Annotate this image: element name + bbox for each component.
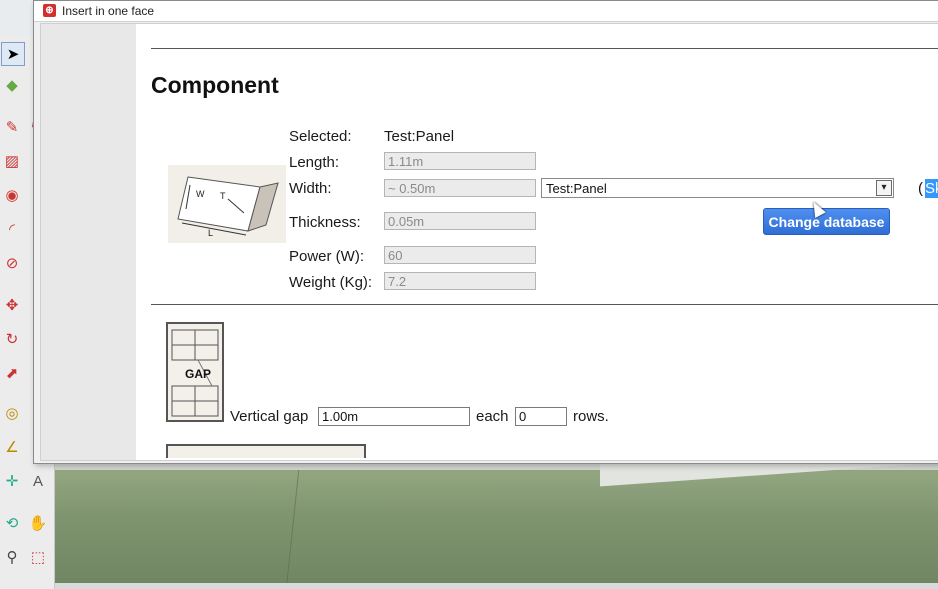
selected-label: Selected: bbox=[289, 128, 352, 145]
paint-bucket-icon[interactable]: ◆ bbox=[1, 74, 23, 96]
gap-diagram: GAP bbox=[166, 322, 224, 422]
rows-label: rows. bbox=[573, 408, 609, 425]
axes-icon[interactable]: ✛ bbox=[1, 470, 23, 492]
width-label: Width: bbox=[289, 180, 332, 197]
circle-icon[interactable]: ◉ bbox=[1, 184, 23, 206]
gap-diagram-label: GAP bbox=[185, 367, 212, 381]
arc-icon[interactable]: ◜ bbox=[1, 218, 23, 240]
width-letter: W bbox=[196, 189, 205, 199]
horizon-edge bbox=[600, 462, 938, 492]
vertical-gap-label: Vertical gap bbox=[230, 408, 309, 425]
selected-value: Test:Panel bbox=[384, 128, 455, 145]
content-sidebar bbox=[41, 24, 136, 460]
top-divider bbox=[151, 48, 938, 49]
rotate-icon[interactable]: ↻ bbox=[1, 328, 23, 350]
scale-icon[interactable]: ⬈ bbox=[1, 362, 23, 384]
database-select-value: Test:Panel bbox=[546, 181, 607, 196]
status-bar bbox=[0, 583, 938, 589]
text-icon[interactable]: A bbox=[27, 470, 49, 492]
sketchup-icon: ⊕ bbox=[43, 4, 56, 17]
vertical-gap-input[interactable] bbox=[318, 407, 470, 426]
move-icon[interactable]: ✥ bbox=[1, 294, 23, 316]
polygon-icon[interactable]: ⊘ bbox=[1, 252, 23, 274]
orbit-icon[interactable]: ⟲ bbox=[1, 512, 23, 534]
length-label: Length: bbox=[289, 154, 340, 171]
thickness-label: Thickness: bbox=[289, 214, 361, 231]
select-arrow-icon[interactable]: ➤ bbox=[1, 42, 25, 66]
length-letter: L bbox=[208, 228, 213, 238]
thickness-letter: T bbox=[220, 191, 226, 201]
weight-label: Weight (Kg): bbox=[289, 274, 373, 291]
paren-text: ( bbox=[918, 180, 923, 197]
tape-measure-icon[interactable]: ◎ bbox=[1, 402, 23, 424]
change-database-button[interactable]: Change database bbox=[763, 208, 890, 235]
length-field[interactable] bbox=[384, 152, 536, 170]
panel-diagram: W T L bbox=[168, 165, 286, 243]
chevron-down-icon[interactable]: ▾ bbox=[876, 180, 892, 196]
dialog-titlebar[interactable]: ⊕ Insert in one face bbox=[34, 1, 938, 22]
power-field[interactable] bbox=[384, 246, 536, 264]
rectangle-icon[interactable]: ▨ bbox=[1, 150, 23, 172]
weight-field[interactable] bbox=[384, 272, 536, 290]
zoom-icon[interactable]: ⚲ bbox=[1, 546, 23, 568]
thickness-field[interactable] bbox=[384, 212, 536, 230]
dialog-title: Insert in one face bbox=[62, 4, 155, 18]
rows-input[interactable] bbox=[515, 407, 567, 426]
partial-diagram bbox=[166, 444, 366, 458]
protractor-icon[interactable]: ∠ bbox=[1, 436, 23, 458]
section-divider bbox=[151, 304, 938, 305]
pencil-icon[interactable]: ✎ bbox=[1, 116, 23, 138]
zoom-window-icon[interactable]: ⬚ bbox=[27, 546, 49, 568]
database-select[interactable]: Test:Panel ▾ bbox=[541, 178, 894, 198]
power-label: Power (W): bbox=[289, 248, 364, 265]
selected-text-highlight: Sk bbox=[925, 179, 938, 198]
width-field[interactable] bbox=[384, 179, 536, 197]
section-heading: Component bbox=[151, 72, 279, 98]
pan-hand-icon[interactable]: ✋ bbox=[27, 512, 49, 534]
each-label: each bbox=[476, 408, 509, 425]
